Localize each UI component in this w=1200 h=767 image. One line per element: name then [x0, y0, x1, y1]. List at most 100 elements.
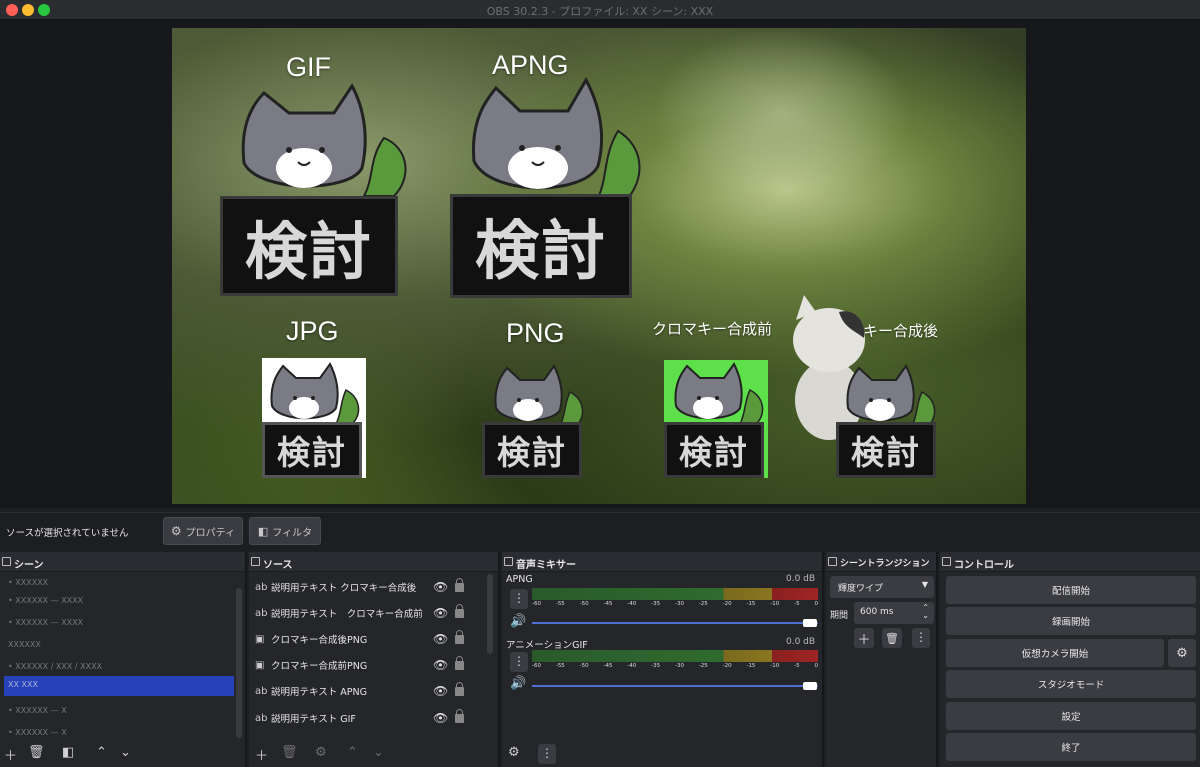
- filter-icon[interactable]: ◧: [62, 745, 74, 760]
- remove-transition-button[interactable]: 🗑: [882, 628, 902, 648]
- lock-icon[interactable]: [455, 681, 464, 696]
- meter-tick-label: -25: [698, 663, 708, 669]
- scene-item[interactable]: • XXXXXX — XXXX: [4, 614, 234, 634]
- png-sign: 検討: [482, 422, 582, 478]
- channel-menu-icon[interactable]: ⋮: [510, 652, 528, 672]
- lock-icon[interactable]: [455, 655, 464, 670]
- source-name: 説明用テキスト クロマキー合成後: [271, 583, 417, 594]
- eye-icon[interactable]: 👁: [433, 580, 448, 594]
- meter-tick-label: -5: [794, 663, 800, 669]
- stepper-icon[interactable]: ⌃ ⌄: [922, 604, 929, 620]
- exit-button[interactable]: 終了: [946, 733, 1196, 761]
- text-source-icon: ab: [255, 685, 268, 697]
- settings-button[interactable]: 設定: [946, 702, 1196, 730]
- scene-item[interactable]: XXXXXX: [4, 636, 234, 656]
- move-down-icon[interactable]: ⌄: [120, 745, 131, 760]
- channel-menu-icon[interactable]: ⋮: [510, 589, 528, 609]
- transitions-title: シーントランジション: [840, 559, 930, 569]
- mixer-channel-level: 0.0 dB: [786, 574, 816, 584]
- source-name: 説明用テキスト クロマキー合成前: [271, 609, 423, 620]
- title-bar: OBS 30.2.3 - プロファイル: XX シーン: XXX: [0, 0, 1200, 20]
- gear-icon[interactable]: ⚙: [315, 745, 327, 760]
- source-row[interactable]: ▣ クロマキー合成前PNG 👁: [255, 652, 491, 678]
- lock-icon[interactable]: [455, 629, 464, 644]
- move-up-icon[interactable]: ⌃: [96, 745, 107, 760]
- transition-select[interactable]: 輝度ワイプ ▼: [830, 576, 934, 598]
- duration-spinbox[interactable]: 600 ms ⌃ ⌄: [854, 602, 934, 624]
- scene-item-selected[interactable]: XX XXX: [4, 676, 234, 696]
- mixer-channel-name: APNG: [506, 574, 533, 585]
- sources-scrollbar[interactable]: [487, 574, 493, 654]
- eye-icon[interactable]: 👁: [433, 606, 448, 620]
- lock-icon[interactable]: [455, 603, 464, 618]
- scene-item[interactable]: • XXXXXX — X: [4, 724, 234, 744]
- chroma-after-cat-image: [846, 364, 936, 427]
- eye-icon[interactable]: 👁: [433, 711, 448, 725]
- apng-sign: 検討: [450, 194, 632, 298]
- speaker-icon[interactable]: 🔊: [510, 676, 526, 691]
- volume-slider[interactable]: [532, 622, 818, 624]
- no-source-text: ソースが選択されていません: [6, 528, 129, 539]
- source-row[interactable]: ab 説明用テキスト クロマキー合成後 👁: [255, 574, 491, 600]
- add-transition-button[interactable]: ＋: [854, 628, 874, 648]
- label-png: PNG: [506, 318, 565, 348]
- virtual-camera-settings-button[interactable]: ⚙: [1168, 639, 1196, 667]
- filters-button[interactable]: ◧ フィルタ: [249, 517, 321, 545]
- eye-icon[interactable]: 👁: [433, 632, 448, 646]
- source-row[interactable]: ab 説明用テキスト GIF 👁: [255, 705, 491, 731]
- gif-sign: 検討: [220, 196, 398, 296]
- text-source-icon: ab: [255, 581, 268, 593]
- filters-label: フィルタ: [272, 527, 313, 539]
- image-source-icon: ▣: [255, 659, 265, 671]
- scene-item[interactable]: • XXXXXX — XXXX: [4, 592, 234, 612]
- lock-icon[interactable]: [455, 708, 464, 723]
- meter-tick-label: -20: [722, 601, 732, 607]
- speaker-icon[interactable]: 🔊: [510, 614, 526, 629]
- eye-icon[interactable]: 👁: [433, 684, 448, 698]
- source-row[interactable]: ab 説明用テキスト APNG 👁: [255, 678, 491, 704]
- jpg-sign: 検討: [262, 422, 362, 478]
- add-icon[interactable]: ＋: [255, 745, 268, 764]
- move-up-icon[interactable]: ⌃: [347, 745, 358, 760]
- scene-item[interactable]: • XXXXXX — X: [4, 702, 234, 722]
- meter-tick-label: -15: [746, 663, 756, 669]
- mixer-menu-icon[interactable]: ⋮: [538, 744, 556, 764]
- start-recording-button[interactable]: 録画開始: [946, 607, 1196, 635]
- add-icon[interactable]: ＋: [4, 745, 17, 764]
- trash-icon[interactable]: 🗑: [281, 745, 298, 760]
- jpg-cat-image: [270, 362, 360, 425]
- volume-slider-handle[interactable]: [803, 619, 817, 627]
- start-virtual-camera-button[interactable]: 仮想カメラ開始: [946, 639, 1164, 667]
- properties-button[interactable]: ⚙ プロパティ: [163, 517, 243, 545]
- background-light: [652, 28, 912, 198]
- meter-tick-label: -40: [627, 601, 637, 607]
- meter-tick-label: -35: [651, 601, 661, 607]
- studio-mode-button[interactable]: スタジオモード: [946, 670, 1196, 698]
- chroma-before-sign: 検討: [664, 422, 764, 478]
- start-streaming-button[interactable]: 配信開始: [946, 576, 1196, 604]
- source-row[interactable]: ab 説明用テキスト クロマキー合成前 👁: [255, 600, 491, 626]
- meter-tick-label: -25: [698, 601, 708, 607]
- meter-tick-label: 0: [814, 663, 818, 669]
- volume-meter: [532, 588, 818, 600]
- mixer-settings-icon[interactable]: ⚙: [508, 745, 520, 760]
- trash-icon[interactable]: 🗑: [28, 745, 45, 760]
- meter-scale: -60 -55 -50 -45 -40 -35 -30 -25 -20 -15 -10 -5 0: [532, 663, 818, 671]
- meter-tick-label: -35: [651, 663, 661, 669]
- png-cat-image: [494, 364, 584, 427]
- scenes-scrollbar[interactable]: [236, 588, 242, 738]
- source-row[interactable]: ▣ クロマキー合成後PNG 👁: [255, 626, 491, 652]
- transition-menu-icon[interactable]: ⋮: [912, 628, 930, 648]
- meter-scale: -60 -55 -50 -45 -40 -35 -30 -25 -20 -15 -10 -5 0: [532, 601, 818, 609]
- preview-canvas[interactable]: GIF APNG JPG PNG クロマキー合成前 クロマキー合成後 検討 検討…: [172, 28, 1026, 504]
- eye-icon[interactable]: 👁: [433, 658, 448, 672]
- move-down-icon[interactable]: ⌄: [373, 745, 384, 760]
- gear-icon: ⚙: [170, 524, 182, 538]
- properties-label: プロパティ: [185, 527, 236, 539]
- volume-slider[interactable]: [532, 685, 818, 687]
- volume-slider-handle[interactable]: [803, 682, 817, 690]
- scene-item[interactable]: • XXXXXX: [4, 574, 234, 594]
- scene-item[interactable]: • XXXXXX / XXX / XXXX: [4, 658, 234, 678]
- lock-icon[interactable]: [455, 577, 464, 592]
- trash-icon: 🗑: [885, 631, 899, 645]
